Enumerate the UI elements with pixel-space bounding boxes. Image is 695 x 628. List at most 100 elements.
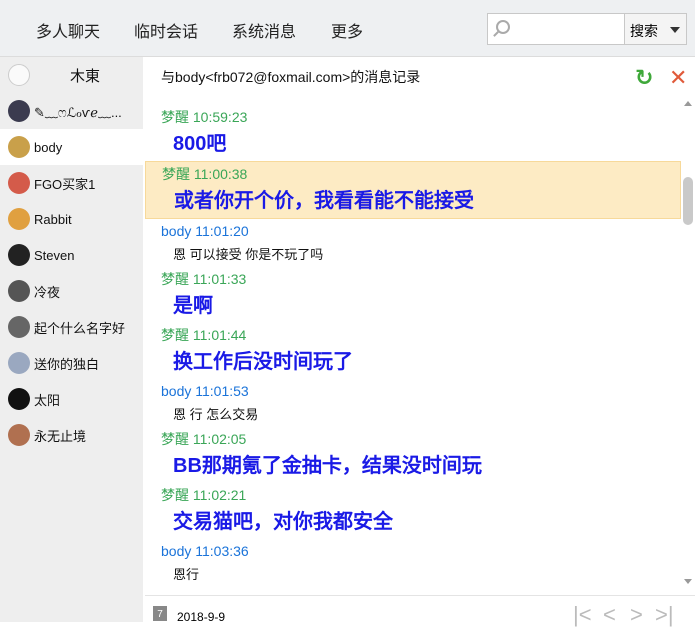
message: 梦醒 11:02:21 交易猫吧，对你我都安全: [145, 483, 681, 539]
sender: 梦醒: [162, 166, 190, 182]
timestamp: 11:03:36: [195, 543, 249, 559]
history-title: 与body<frb072@foxmail.com>的消息记录: [161, 69, 421, 85]
timestamp: 10:59:23: [192, 109, 248, 125]
message-text: 或者你开个价，我看看能不能接受: [174, 190, 474, 212]
refresh-icon[interactable]: ↻: [635, 65, 653, 91]
contact-item[interactable]: 太阳: [0, 381, 143, 417]
contact-list: 木東 ✎﹏ෆℒℴѵℯ﹏... body FGO买家1 Rabbit Steven 冷夜起个什…: [0, 57, 143, 622]
contact-item[interactable]: 起个什么名字好: [0, 309, 143, 345]
sender: body: [161, 543, 192, 559]
first-page-icon[interactable]: |<: [573, 602, 592, 628]
scrollbar[interactable]: [681, 97, 695, 597]
sender: 梦醒: [161, 109, 189, 125]
message-text: 恩 行 怎么交易: [173, 407, 259, 422]
message: body 11:01:20 恩 可以接受 你是不玩了吗: [145, 219, 681, 267]
sender: 梦醒: [161, 431, 189, 447]
avatar: [8, 208, 30, 230]
message-text: BB那期氪了金抽卡，结果没时间玩: [173, 455, 482, 477]
scroll-up-icon[interactable]: [684, 97, 692, 106]
contact-item[interactable]: FGO买家1: [0, 165, 143, 201]
contact-name: 太阳: [34, 392, 61, 408]
footer: 7 2018-9-9 |< < > >|: [145, 595, 695, 627]
message-text: 换工作后没时间玩了: [173, 351, 353, 373]
top-bar: 多人聊天 临时会话 系统消息 更多 搜索: [0, 0, 695, 57]
message: 梦醒 11:01:44 换工作后没时间玩了: [145, 323, 681, 379]
message-meta: 梦醒 11:02:21: [161, 483, 665, 507]
timestamp: 11:02:21: [192, 487, 247, 503]
message: body 11:03:36 恩行: [145, 539, 681, 587]
avatar: [8, 100, 30, 122]
search-box: 搜索: [487, 13, 687, 45]
contact-name: 送你的独白: [34, 356, 100, 372]
contact-name: 冷夜: [34, 284, 61, 300]
nav-more[interactable]: 更多: [331, 18, 363, 42]
contact-name: 木東: [70, 67, 101, 85]
avatar: [8, 316, 30, 338]
search-button[interactable]: 搜索: [624, 14, 686, 44]
next-page-icon[interactable]: >: [630, 602, 643, 628]
timestamp: 11:01:33: [192, 271, 247, 287]
search-input[interactable]: [488, 14, 624, 44]
message-list: 梦醒 10:59:23 800吧 梦醒 11:00:38 或者你开个价，我看看能不能接…: [145, 105, 681, 595]
sender: body: [161, 383, 192, 399]
avatar: [8, 424, 30, 446]
timestamp: 11:01:20: [195, 223, 249, 239]
sender: body: [161, 223, 192, 239]
scroll-down-icon[interactable]: [684, 579, 692, 588]
message-meta: body 11:01:53: [161, 379, 665, 403]
contact-item[interactable]: Steven: [0, 237, 143, 273]
message: 梦醒 11:02:05 BB那期氪了金抽卡，结果没时间玩: [145, 427, 681, 483]
avatar: [8, 280, 30, 302]
message-meta: 梦醒 10:59:23: [161, 105, 665, 129]
close-icon[interactable]: ✕: [669, 65, 687, 91]
prev-page-icon[interactable]: <: [603, 602, 616, 628]
avatar: [8, 352, 30, 374]
message-text: 是啊: [173, 295, 213, 317]
message-text: 800吧: [173, 133, 227, 155]
timestamp: 11:01:44: [192, 327, 247, 343]
nav-system-messages[interactable]: 系统消息: [232, 18, 296, 42]
scroll-thumb[interactable]: [683, 177, 693, 225]
contact-name: body: [34, 139, 63, 155]
contact-name: 永无止境: [34, 428, 87, 444]
last-page-icon[interactable]: >|: [655, 602, 674, 628]
message-text: 恩 可以接受 你是不玩了吗: [173, 247, 324, 262]
contact-name: 起个什么名字好: [34, 320, 126, 336]
timestamp: 11:00:38: [193, 166, 248, 182]
avatar: [8, 244, 30, 266]
message-meta: 梦醒 11:02:05: [161, 427, 665, 451]
contact-name: FGO买家1: [34, 176, 96, 192]
message-text: 恩行: [173, 567, 200, 582]
contact-item[interactable]: 送你的独白: [0, 345, 143, 381]
contact-name: ✎﹏ෆℒℴѵℯ﹏...: [34, 104, 122, 120]
contact-item[interactable]: 木東: [0, 57, 143, 93]
sender: 梦醒: [161, 327, 189, 343]
timestamp: 11:01:53: [195, 383, 249, 399]
contact-item[interactable]: 冷夜: [0, 273, 143, 309]
nav-group-chat[interactable]: 多人聊天: [36, 18, 100, 42]
contact-name: Steven: [34, 247, 75, 263]
avatar: [8, 64, 30, 86]
message-meta: body 11:01:20: [161, 219, 665, 243]
message: 梦醒 11:00:38 或者你开个价，我看看能不能接受: [145, 161, 681, 219]
contact-item[interactable]: Rabbit: [0, 201, 143, 237]
contact-item[interactable]: body: [0, 129, 143, 165]
message: 梦醒 10:59:23 800吧: [145, 105, 681, 161]
message-meta: 梦醒 11:01:33: [161, 267, 665, 291]
avatar: [8, 136, 30, 158]
avatar: [8, 172, 30, 194]
nav-temp-chat[interactable]: 临时会话: [134, 18, 198, 42]
contact-item[interactable]: ✎﹏ෆℒℴѵℯ﹏...: [0, 93, 143, 129]
sender: 梦醒: [161, 487, 189, 503]
search-icon: [496, 20, 510, 34]
message-meta: body 11:03:36: [161, 539, 665, 563]
timestamp: 11:02:05: [192, 431, 247, 447]
sender: 梦醒: [161, 271, 189, 287]
message-meta: 梦醒 11:01:44: [161, 323, 665, 347]
message: 梦醒 11:01:33 是啊: [145, 267, 681, 323]
contact-name: Rabbit: [34, 211, 72, 227]
message-meta: 梦醒 11:00:38: [162, 162, 664, 186]
avatar: [8, 388, 30, 410]
contact-item[interactable]: 永无止境: [0, 417, 143, 453]
calendar-icon[interactable]: 7: [153, 606, 167, 621]
